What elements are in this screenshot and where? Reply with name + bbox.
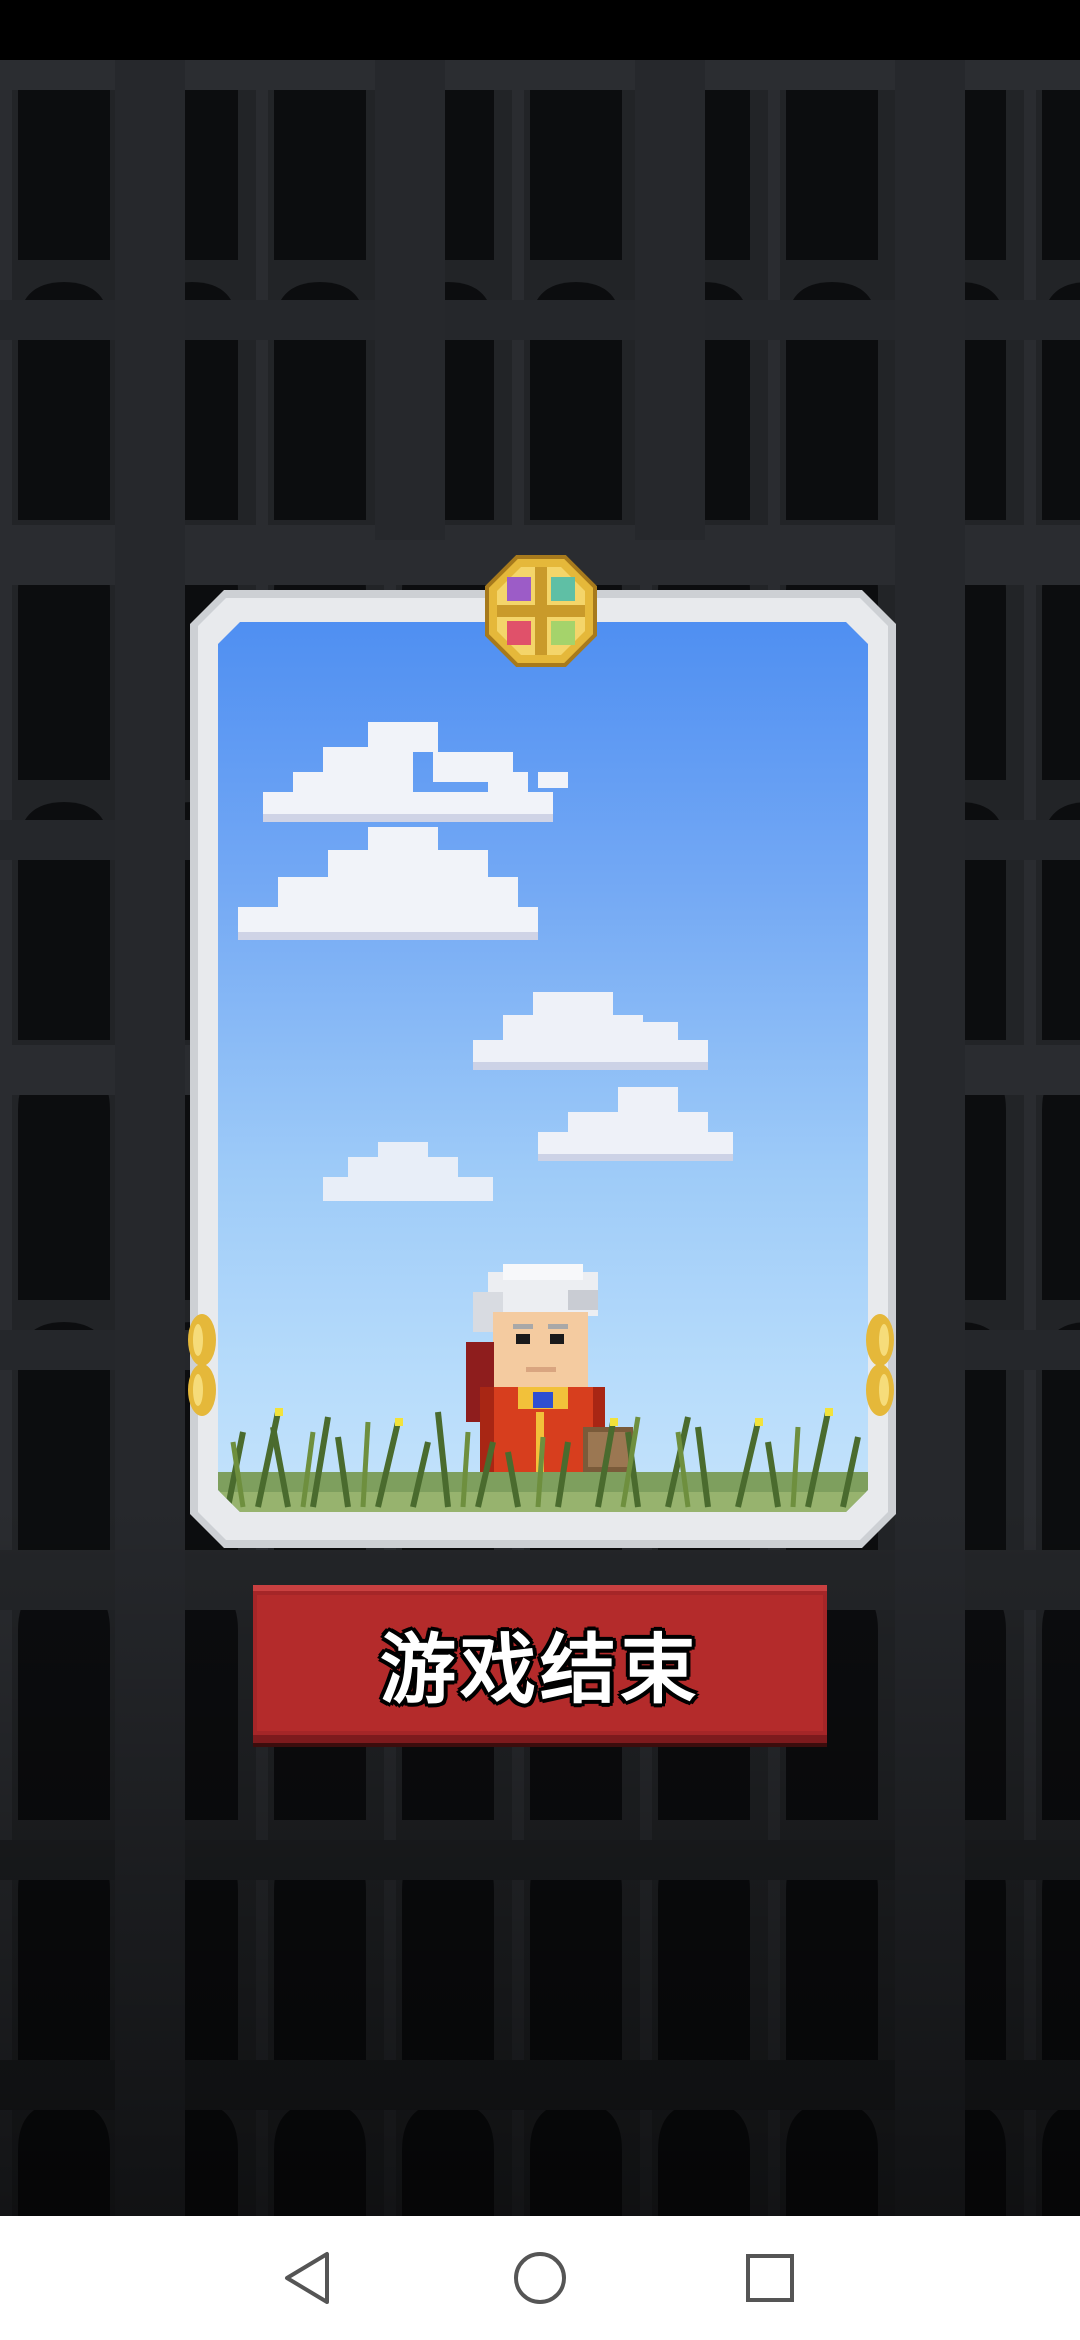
character-card — [190, 590, 896, 1548]
home-circle-icon[interactable] — [508, 2246, 572, 2310]
game-over-label: 游戏结束 — [380, 1625, 700, 1714]
game-over-button[interactable]: 游戏结束 — [253, 1585, 827, 1743]
game-screen: 游戏结束 — [0, 0, 1080, 2216]
left-gold-ornament — [188, 1314, 216, 1416]
back-triangle-icon[interactable] — [277, 2246, 341, 2310]
recents-square-icon[interactable] — [738, 2246, 802, 2310]
cloud — [263, 722, 568, 820]
cloud — [238, 827, 538, 937]
right-gold-ornament — [866, 1314, 894, 1416]
gold-cross-emblem-icon — [485, 555, 597, 667]
sky-scene — [218, 622, 868, 1512]
cloud — [323, 1142, 493, 1201]
cloud — [538, 1087, 733, 1160]
cloud — [473, 992, 708, 1068]
old-man-character — [466, 1264, 633, 1507]
navigation-bar — [0, 2216, 1080, 2340]
scene-art — [218, 722, 868, 1512]
